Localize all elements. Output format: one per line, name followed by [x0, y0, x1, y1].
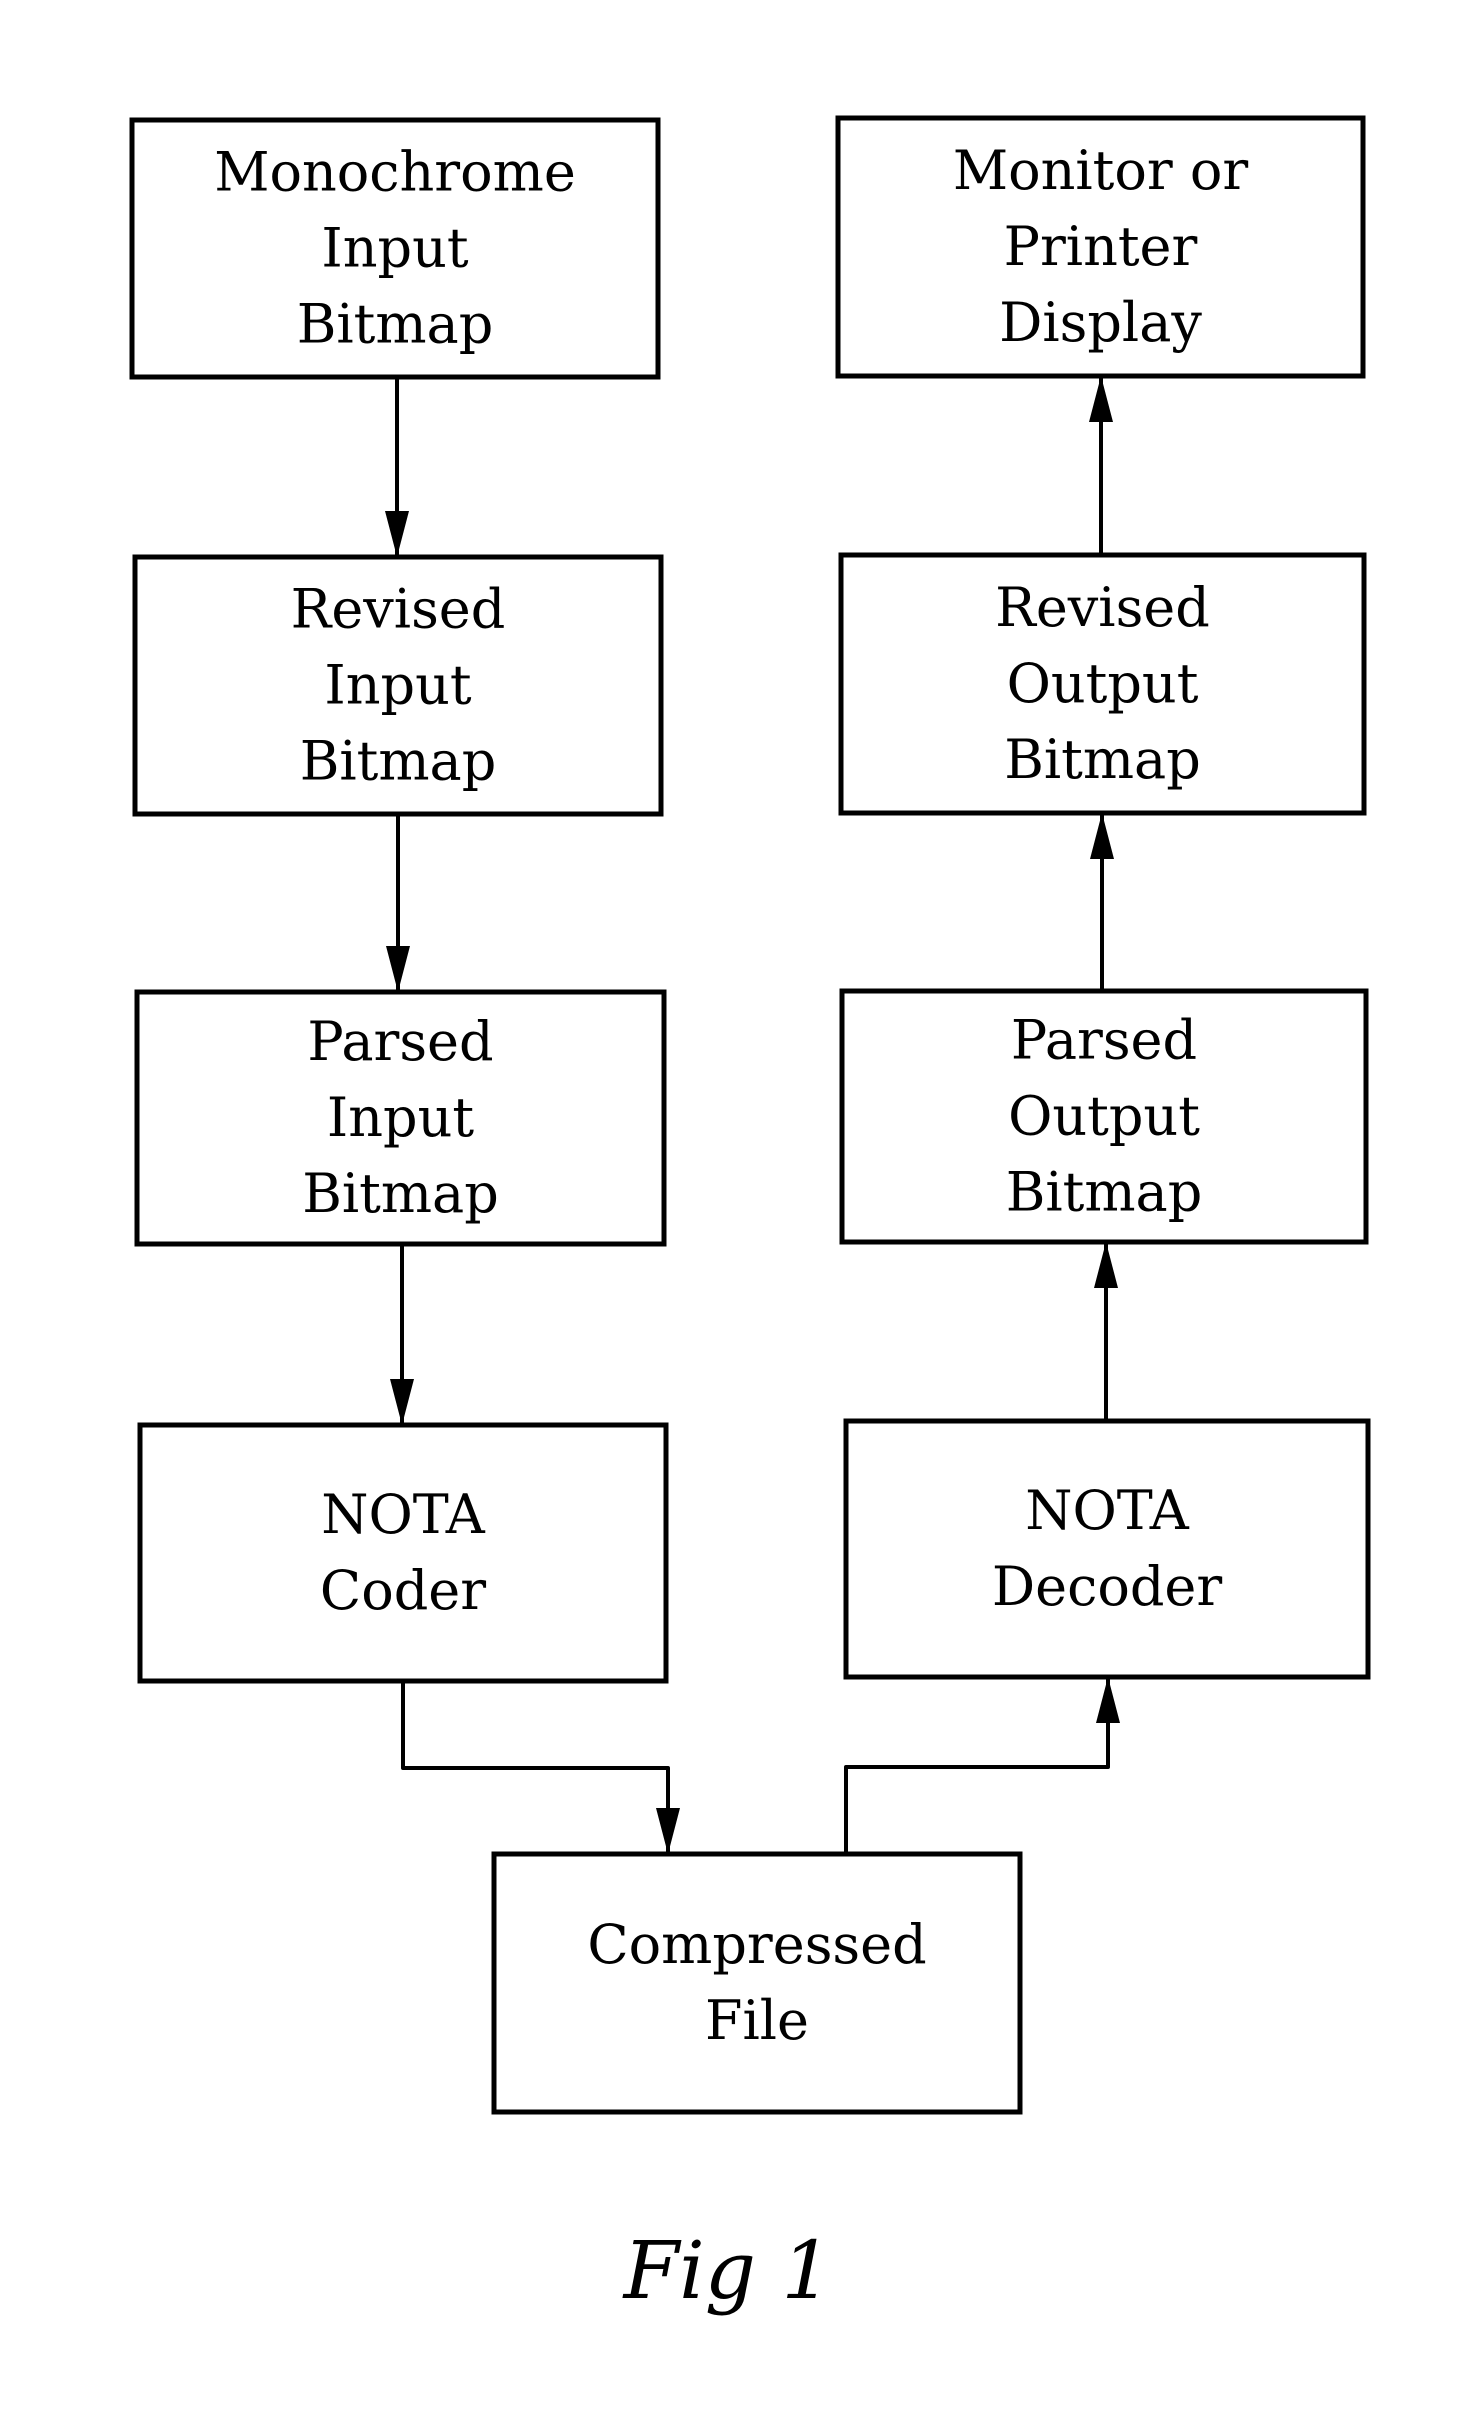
- node-monochrome-input-bitmap: Monochrome Input Bitmap: [129, 117, 661, 380]
- node-label-line: Bitmap: [302, 1162, 499, 1225]
- node-label-line: File: [705, 1989, 809, 2052]
- edge-nota-coder-to-compressed-file: [401, 1681, 680, 1854]
- node-label-line: Printer: [1004, 215, 1198, 278]
- node-label-line: Bitmap: [300, 730, 497, 793]
- node-revised-input-bitmap: Revised Input Bitmap: [132, 554, 664, 817]
- node-label-line: Bitmap: [1004, 728, 1201, 791]
- arrow-down-icon: [386, 946, 410, 992]
- node-label-line: Coder: [320, 1559, 486, 1622]
- node-box: [843, 1418, 1371, 1680]
- node-label-line: Bitmap: [297, 293, 494, 356]
- node-label-line: Bitmap: [1006, 1161, 1203, 1224]
- arrow-down-icon: [656, 1808, 680, 1854]
- edge-compressed-file-to-nota-decoder: [844, 1677, 1120, 1854]
- arrow-down-icon: [390, 1379, 414, 1425]
- edge-monochrome-input-bitmap-to-revised-input-bitmap: [385, 377, 409, 557]
- edge-parsed-input-bitmap-to-nota-coder: [390, 1244, 414, 1425]
- node-compressed-file: Compressed File: [491, 1851, 1023, 2115]
- node-label-line: Monitor or: [953, 139, 1249, 202]
- node-label-line: Compressed: [587, 1913, 926, 1976]
- node-box: [137, 1422, 669, 1684]
- node-label-line: Output: [1008, 1085, 1200, 1148]
- edge-revised-input-bitmap-to-parsed-input-bitmap: [386, 814, 410, 992]
- arrow-up-icon: [1094, 1242, 1118, 1288]
- node-label-line: Input: [321, 217, 468, 280]
- arrow-up-icon: [1089, 376, 1113, 422]
- connector-line: [401, 1681, 670, 1854]
- edge-nota-decoder-to-parsed-output-bitmap: [1094, 1242, 1118, 1421]
- arrow-down-icon: [385, 511, 409, 557]
- node-parsed-output-bitmap: Parsed Output Bitmap: [839, 988, 1369, 1245]
- node-label-line: Input: [324, 654, 471, 717]
- node-label-line: Monochrome: [214, 141, 576, 204]
- figure-caption: Fig 1: [622, 2224, 833, 2317]
- node-label-line: Parsed: [1011, 1009, 1197, 1072]
- node-label-line: Revised: [291, 578, 506, 641]
- node-nota-decoder: NOTA Decoder: [843, 1418, 1371, 1680]
- node-label-line: Decoder: [992, 1555, 1223, 1618]
- node-label-line: Parsed: [307, 1010, 493, 1073]
- node-monitor-or-printer-display: Monitor or Printer Display: [835, 115, 1366, 379]
- node-revised-output-bitmap: Revised Output Bitmap: [838, 552, 1367, 816]
- edge-parsed-output-bitmap-to-revised-output-bitmap: [1090, 813, 1114, 991]
- connector-line: [844, 1677, 1110, 1854]
- node-label-line: Input: [327, 1086, 474, 1149]
- arrow-up-icon: [1090, 813, 1114, 859]
- node-nota-coder: NOTA Coder: [137, 1422, 669, 1684]
- node-label-line: Output: [1007, 652, 1199, 715]
- flowchart-diagram: MonochromeInputBitmapRevisedInputBitmapP…: [129, 115, 1371, 2317]
- node-label-line: Revised: [995, 576, 1210, 639]
- node-label-line: Display: [999, 291, 1202, 354]
- edge-revised-output-bitmap-to-monitor-or-printer-display: [1089, 376, 1113, 555]
- node-label-line: NOTA: [1025, 1479, 1190, 1542]
- arrow-up-icon: [1096, 1677, 1120, 1723]
- node-box: [491, 1851, 1023, 2115]
- node-label-line: NOTA: [321, 1483, 486, 1546]
- node-parsed-input-bitmap: Parsed Input Bitmap: [134, 989, 667, 1247]
